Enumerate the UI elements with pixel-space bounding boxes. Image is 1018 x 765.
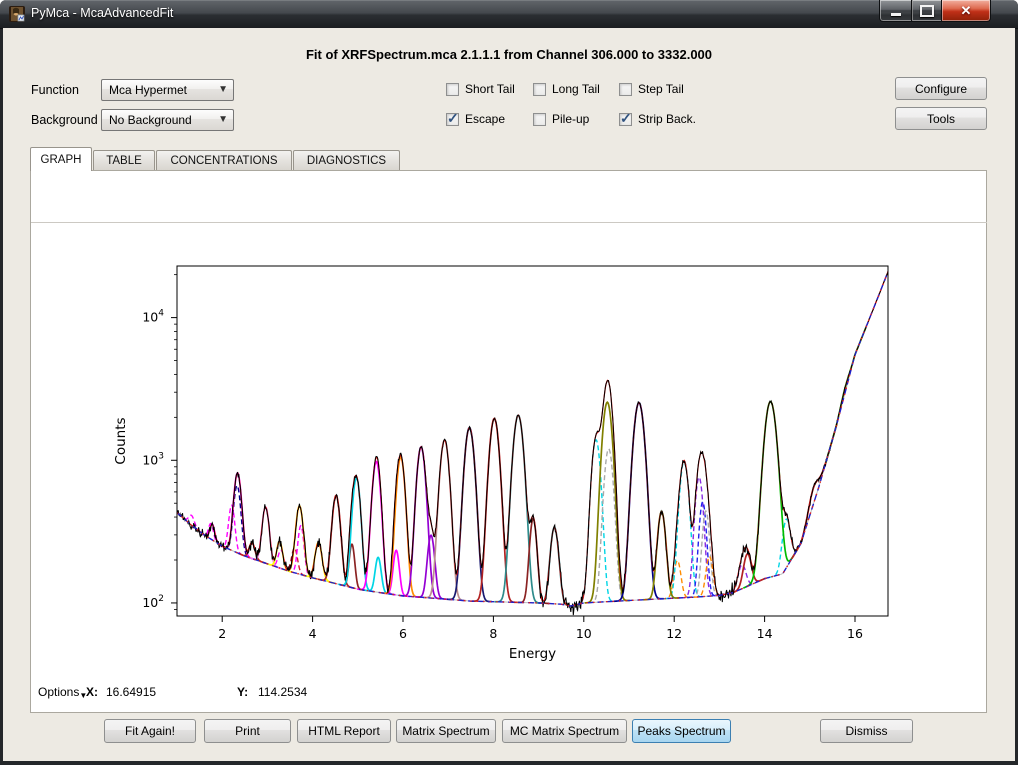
- tab-concentrations[interactable]: CONCENTRATIONS: [156, 150, 292, 170]
- tab-graph[interactable]: GRAPH: [30, 147, 92, 171]
- function-combobox[interactable]: Mca Hypermet ▼: [101, 79, 234, 101]
- mc-matrix-spectrum-button[interactable]: MC Matrix Spectrum: [502, 719, 627, 743]
- configure-button[interactable]: Configure: [895, 77, 987, 100]
- checkbox-box: ✓: [533, 113, 546, 126]
- cursor-y-value: 114.2534: [258, 685, 307, 701]
- checkbox-label: Escape: [465, 112, 505, 126]
- svg-text:104: 104: [142, 309, 164, 325]
- checkbox-label: Long Tail: [552, 82, 600, 96]
- close-button[interactable]: ✕: [941, 0, 991, 22]
- dismiss-button[interactable]: Dismiss: [820, 719, 913, 743]
- checkbox-long-tail[interactable]: ✓ Long Tail: [533, 82, 600, 96]
- background-value: No Background: [109, 113, 192, 127]
- svg-text:2: 2: [218, 626, 226, 641]
- svg-text:6: 6: [399, 626, 407, 641]
- html-report-button[interactable]: HTML Report: [297, 719, 391, 743]
- cursor-y-label: Y:: [237, 685, 248, 701]
- svg-text:10: 10: [576, 626, 592, 641]
- checkbox-box: ✓: [446, 83, 459, 96]
- svg-text:4: 4: [309, 626, 317, 641]
- checkbox-escape[interactable]: ✓ Escape: [446, 112, 505, 126]
- peaks-spectrum-button[interactable]: Peaks Spectrum: [632, 719, 731, 743]
- svg-text:12: 12: [666, 626, 682, 641]
- spectrum-chart[interactable]: 2 4 6 8 10 12 14 16 102 103 104 Energy Counts: [31, 223, 987, 679]
- checkbox-label: Pile-up: [552, 112, 589, 126]
- app-window: PyMca - McaAdvancedFit ✕ Fit of XRFSpect…: [0, 0, 1018, 765]
- svg-text:16: 16: [847, 626, 863, 641]
- maximize-icon: [920, 5, 934, 17]
- options-menu[interactable]: Options▼: [38, 685, 87, 701]
- matrix-spectrum-button[interactable]: Matrix Spectrum: [396, 719, 496, 743]
- tab-table[interactable]: TABLE: [93, 150, 155, 170]
- function-value: Mca Hypermet: [109, 83, 187, 97]
- tab-diagnostics[interactable]: DIAGNOSTICS: [293, 150, 400, 170]
- minimize-button[interactable]: [879, 0, 913, 22]
- checkbox-strip-back[interactable]: ✓ Strip Back.: [619, 112, 696, 126]
- checkbox-pile-up[interactable]: ✓ Pile-up: [533, 112, 589, 126]
- spectrum-plot[interactable]: 2 4 6 8 10 12 14 16 102 103 104 Energy Counts: [31, 223, 987, 679]
- chevron-down-icon: ▼: [218, 84, 228, 95]
- checkbox-box: ✓: [446, 113, 459, 126]
- check-icon: ✓: [620, 110, 632, 127]
- minimize-icon: [891, 13, 901, 16]
- svg-text:8: 8: [489, 626, 497, 641]
- background-label: Background: [31, 113, 98, 127]
- checkbox-label: Step Tail: [638, 82, 684, 96]
- check-icon: ✓: [447, 110, 459, 127]
- checkbox-box: ✓: [619, 83, 632, 96]
- chevron-down-icon: ▼: [218, 114, 228, 125]
- checkbox-box: ✓: [533, 83, 546, 96]
- background-combobox[interactable]: No Background ▼: [101, 109, 234, 131]
- svg-text:14: 14: [757, 626, 773, 641]
- svg-text:103: 103: [142, 451, 164, 467]
- title-bar[interactable]: PyMca - McaAdvancedFit ✕: [0, 0, 1018, 29]
- cursor-x-label: X:: [86, 685, 98, 701]
- y-axis-label: Counts: [113, 417, 129, 464]
- function-label: Function: [31, 83, 79, 97]
- svg-text:102: 102: [142, 594, 164, 610]
- checkbox-short-tail[interactable]: ✓ Short Tail: [446, 82, 515, 96]
- fit-summary-title: Fit of XRFSpectrum.mca 2.1.1.1 from Chan…: [0, 47, 1018, 62]
- close-icon: ✕: [961, 3, 972, 19]
- app-icon: [9, 6, 25, 22]
- fit-again-button[interactable]: Fit Again!: [104, 719, 196, 743]
- checkbox-box: ✓: [619, 113, 632, 126]
- checkbox-label: Strip Back.: [638, 112, 696, 126]
- maximize-button[interactable]: [911, 0, 943, 22]
- window-title: PyMca - McaAdvancedFit: [31, 6, 173, 20]
- checkbox-label: Short Tail: [465, 82, 515, 96]
- cursor-x-value: 16.64915: [106, 685, 156, 701]
- checkbox-step-tail[interactable]: ✓ Step Tail: [619, 82, 684, 96]
- tools-button[interactable]: Tools: [895, 107, 987, 130]
- print-button[interactable]: Print: [204, 719, 291, 743]
- x-axis-label: Energy: [509, 646, 556, 662]
